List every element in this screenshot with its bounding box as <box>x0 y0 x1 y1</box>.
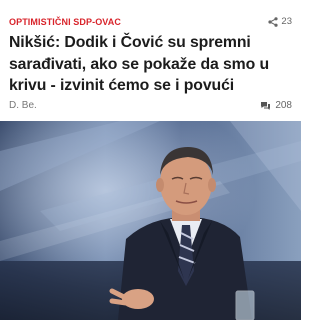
comments-icon <box>261 101 271 110</box>
article-header-row: OPTIMISTIČNI SDP-OVAC 23 <box>9 16 292 31</box>
share-button[interactable]: 23 <box>268 16 292 27</box>
article-card[interactable]: OPTIMISTIČNI SDP-OVAC 23 Nikšić: Dodik i… <box>0 0 301 320</box>
article-photo[interactable] <box>0 121 301 320</box>
comment-count: 208 <box>275 100 292 111</box>
author-name: D. Be. <box>9 100 37 111</box>
share-count: 23 <box>281 16 292 27</box>
article-meta-row: D. Be. 208 <box>9 100 292 114</box>
share-icon <box>268 16 279 27</box>
article-headline[interactable]: Nikšić: Dodik i Čović su spremni sarađiv… <box>9 32 295 97</box>
category-label[interactable]: OPTIMISTIČNI SDP-OVAC <box>9 17 121 27</box>
comments-button[interactable]: 208 <box>260 100 292 111</box>
